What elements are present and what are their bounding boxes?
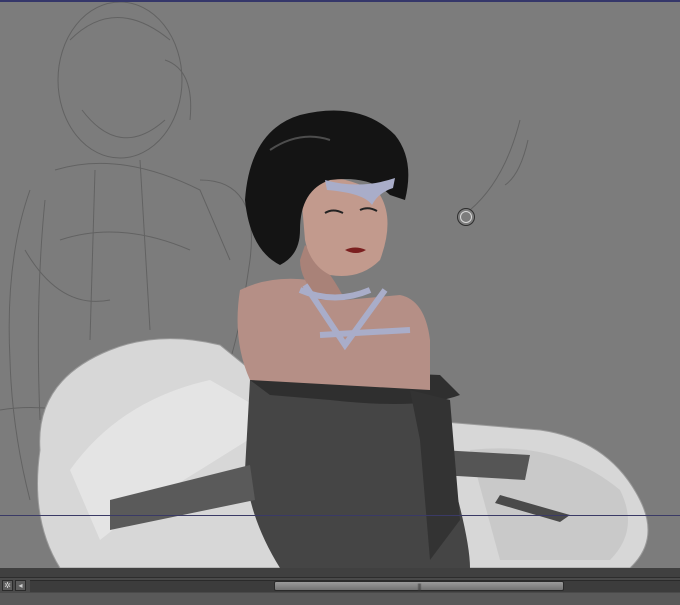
horizontal-guide-line [0,515,680,516]
brush-cursor-icon [457,208,475,226]
scroll-thumb[interactable]: ||| [274,581,564,591]
navigator-settings-icon[interactable]: ✲ [2,580,13,591]
drawing-canvas[interactable] [0,0,680,568]
scroll-grip: ||| [416,583,422,591]
scroll-left-icon[interactable]: ◂ [15,580,26,591]
canvas-top-guide [0,0,680,2]
horizontal-scrollbar[interactable]: ✲ ◂ ||| [0,577,680,605]
scroll-track[interactable]: ||| [30,580,680,592]
artwork [0,1,649,568]
status-strip [0,593,680,605]
canvas-bottom-edge [0,568,680,577]
